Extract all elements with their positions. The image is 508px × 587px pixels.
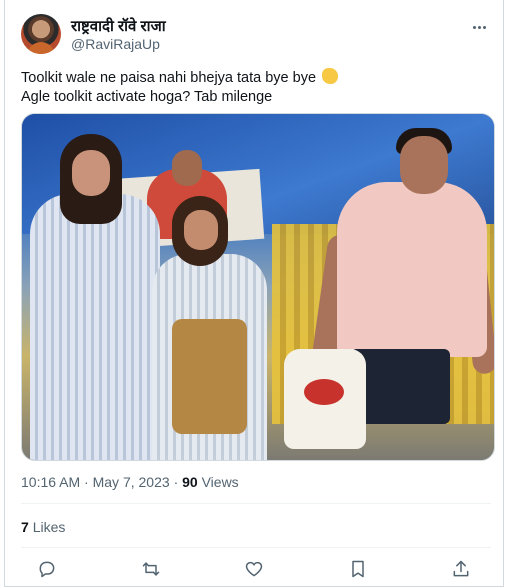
tweet-text: Toolkit wale ne paisa nahi bhejya tata b… bbox=[21, 68, 491, 107]
meta-separator: · bbox=[84, 474, 89, 490]
divider bbox=[21, 547, 491, 548]
tweet-line-2: Agle toolkit activate hoga? Tab milenge bbox=[21, 89, 273, 105]
likes-label: Likes bbox=[32, 519, 66, 535]
reply-button[interactable] bbox=[35, 557, 59, 581]
views-label: Views bbox=[201, 474, 239, 490]
more-options-icon[interactable] bbox=[469, 20, 489, 34]
author-name[interactable]: राष्ट्रवादी रॉवे राजा bbox=[71, 16, 166, 36]
tweet-line-1: Toolkit wale ne paisa nahi bhejya tata b… bbox=[21, 70, 317, 86]
bookmark-button[interactable] bbox=[346, 557, 370, 581]
share-icon bbox=[453, 560, 469, 577]
tweet-card: राष्ट्रवादी रॉवे राजा @RaviRajaUp Toolki… bbox=[4, 0, 504, 587]
retweet-button[interactable] bbox=[139, 557, 163, 581]
reply-icon bbox=[39, 561, 55, 578]
action-bar bbox=[35, 556, 473, 582]
likes-count: 7 bbox=[21, 519, 29, 535]
avatar[interactable] bbox=[21, 14, 61, 54]
tweet-timestamp[interactable]: 10:16 AM · May 7, 2023 · 90 Views bbox=[21, 474, 239, 490]
tweet-time: 10:16 AM bbox=[21, 474, 81, 490]
likes-stat[interactable]: 7 Likes bbox=[21, 519, 65, 535]
views-count: 90 bbox=[182, 474, 198, 490]
divider bbox=[21, 503, 491, 504]
retweet-icon bbox=[142, 562, 159, 576]
share-button[interactable] bbox=[449, 557, 473, 581]
like-icon bbox=[245, 561, 263, 577]
bookmark-icon bbox=[351, 560, 364, 578]
tweet-photo[interactable] bbox=[21, 113, 495, 461]
waving-hand-emoji-icon bbox=[322, 68, 339, 84]
author-handle[interactable]: @RaviRajaUp bbox=[71, 36, 160, 52]
tweet-date: May 7, 2023 bbox=[92, 474, 170, 490]
tweet-header: राष्ट्रवादी रॉवे राजा @RaviRajaUp bbox=[19, 14, 493, 58]
like-button[interactable] bbox=[242, 557, 266, 581]
